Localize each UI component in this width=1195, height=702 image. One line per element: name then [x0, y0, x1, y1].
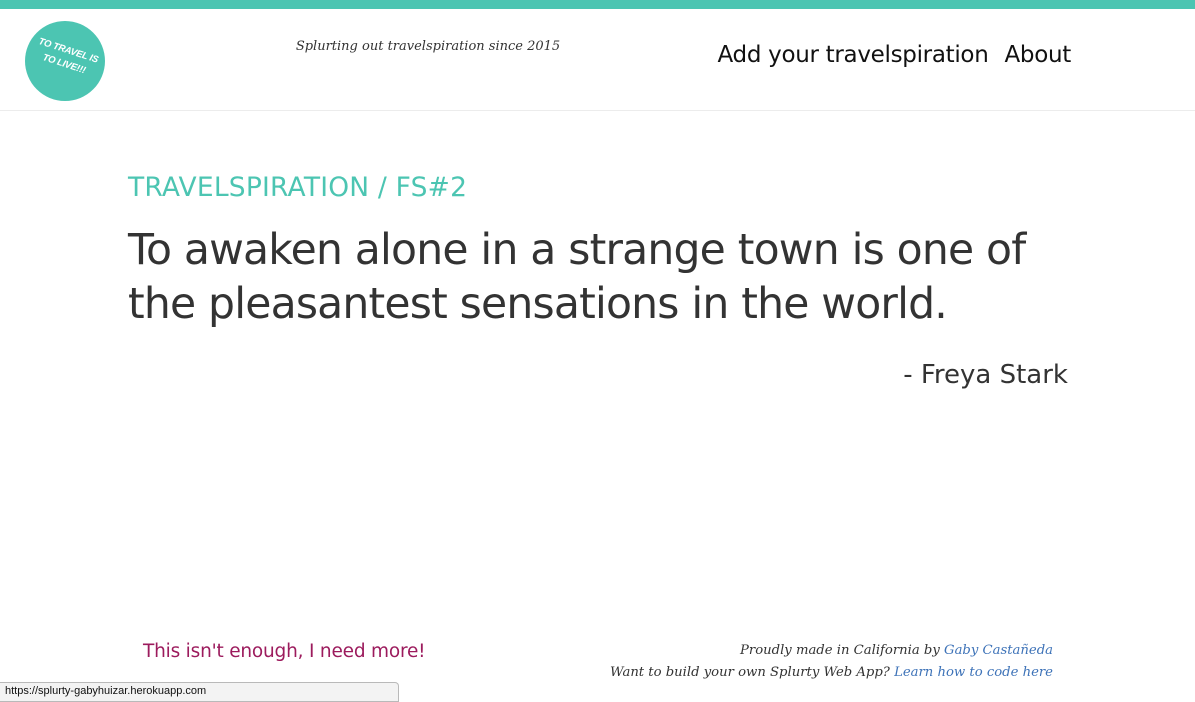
nav-add-travelspiration[interactable]: Add your travelspiration — [718, 42, 989, 68]
tagline: Splurting out travelspiration since 2015 — [295, 39, 561, 54]
credits-line-1: Proudly made in California by Gaby Casta… — [610, 640, 1053, 662]
footer-credits: Proudly made in California by Gaby Casta… — [610, 640, 1053, 684]
credits-line-2: Want to build your own Splurty Web App? … — [610, 662, 1053, 684]
quote-section: TRAVELSPIRATION / FS#2 To awaken alone i… — [128, 168, 1070, 390]
top-accent-bar — [0, 0, 1195, 9]
quote-text: To awaken alone in a strange town is one… — [128, 226, 1026, 329]
credits-made-by-text: Proudly made in California by — [740, 643, 940, 658]
learn-to-code-link[interactable]: Learn how to code here — [894, 665, 1053, 680]
quote-category-heading: TRAVELSPIRATION / FS#2 — [128, 172, 468, 203]
main-nav: Add your travelspiration About — [702, 37, 1072, 73]
site-header: TO TRAVEL IS TO LIVE!!! Splurting out tr… — [0, 9, 1195, 111]
browser-status-url: https://splurty-gabyhuizar.herokuapp.com — [0, 682, 399, 702]
nav-about[interactable]: About — [1004, 42, 1071, 68]
logo-text: TO TRAVEL IS TO LIVE!!! — [37, 36, 100, 77]
more-quotes-link[interactable]: This isn't enough, I need more! — [143, 641, 426, 662]
author-link[interactable]: Gaby Castañeda — [944, 643, 1053, 658]
credits-build-text: Want to build your own Splurty Web App? — [610, 665, 890, 680]
logo-badge[interactable]: TO TRAVEL IS TO LIVE!!! — [25, 21, 105, 101]
quote-author: - Freya Stark — [903, 360, 1068, 390]
page: TO TRAVEL IS TO LIVE!!! Splurting out tr… — [0, 0, 1195, 702]
